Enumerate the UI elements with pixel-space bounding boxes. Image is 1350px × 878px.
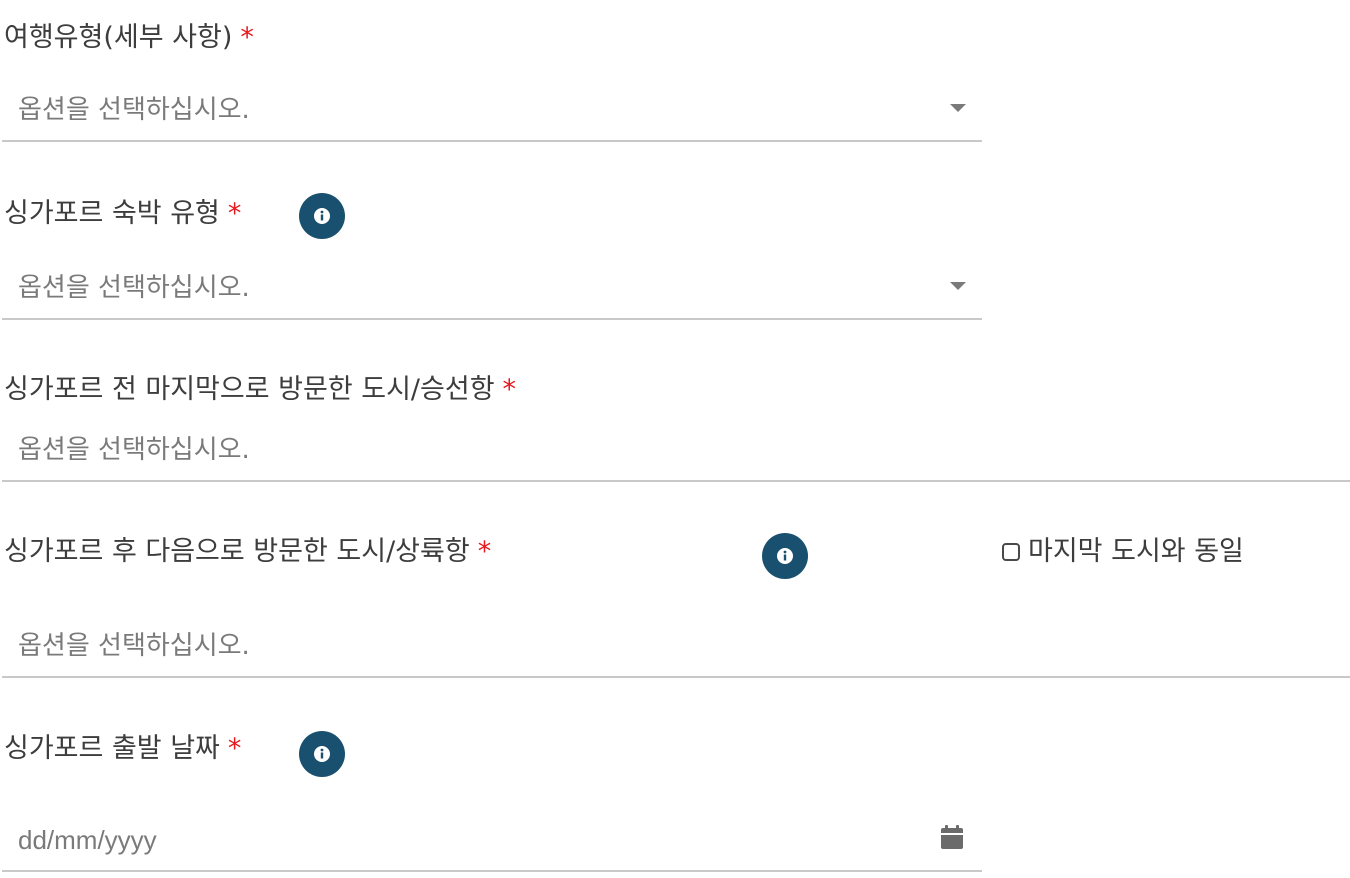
departure-date-placeholder: dd/mm/yyyy [18, 825, 157, 855]
trip-type-label: 여행유형(세부 사항) * [4, 20, 254, 56]
info-icon[interactable] [299, 193, 345, 239]
departure-date-input[interactable]: dd/mm/yyyy [2, 812, 982, 872]
next-city-placeholder: 옵션을 선택하십시오. [18, 631, 250, 661]
required-asterisk: * [227, 198, 242, 229]
trip-type-placeholder: 옵션을 선택하십시오. [18, 95, 250, 125]
trip-type-label-text: 여행유형(세부 사항) [4, 22, 233, 53]
required-asterisk: * [240, 22, 254, 53]
departure-date-label-text: 싱가포르 출발 날짜 [4, 733, 220, 764]
same-as-last-city-checkbox[interactable] [1002, 543, 1020, 561]
trip-type-select[interactable]: 옵션을 선택하십시오. [2, 82, 982, 142]
last-city-input[interactable]: 옵션을 선택하십시오. [2, 422, 1350, 482]
accommodation-type-label: 싱가포르 숙박 유형 * [4, 196, 241, 232]
departure-date-label: 싱가포르 출발 날짜 * [4, 731, 241, 767]
info-icon[interactable] [299, 731, 345, 777]
info-icon[interactable] [762, 533, 808, 579]
next-city-label: 싱가포르 후 다음으로 방문한 도시/상륙항 * [4, 534, 491, 570]
chevron-down-icon[interactable] [950, 282, 966, 290]
required-asterisk: * [477, 536, 492, 567]
accommodation-type-label-text: 싱가포르 숙박 유형 [4, 198, 220, 229]
required-asterisk: * [502, 374, 517, 405]
next-city-input[interactable]: 옵션을 선택하십시오. [2, 618, 1350, 678]
chevron-down-icon[interactable] [950, 104, 966, 112]
next-city-label-text: 싱가포르 후 다음으로 방문한 도시/상륙항 [4, 536, 470, 567]
accommodation-type-select[interactable]: 옵션을 선택하십시오. [2, 260, 982, 320]
calendar-icon[interactable] [940, 824, 964, 854]
accommodation-type-placeholder: 옵션을 선택하십시오. [18, 273, 250, 303]
same-as-last-city-label: 마지막 도시와 동일 [1028, 536, 1244, 567]
last-city-label-text: 싱가포르 전 마지막으로 방문한 도시/승선항 [4, 374, 495, 405]
required-asterisk: * [227, 733, 242, 764]
same-as-last-city-option[interactable]: 마지막 도시와 동일 [1002, 534, 1244, 570]
last-city-placeholder: 옵션을 선택하십시오. [18, 435, 250, 465]
last-city-label: 싱가포르 전 마지막으로 방문한 도시/승선항 * [4, 372, 516, 408]
